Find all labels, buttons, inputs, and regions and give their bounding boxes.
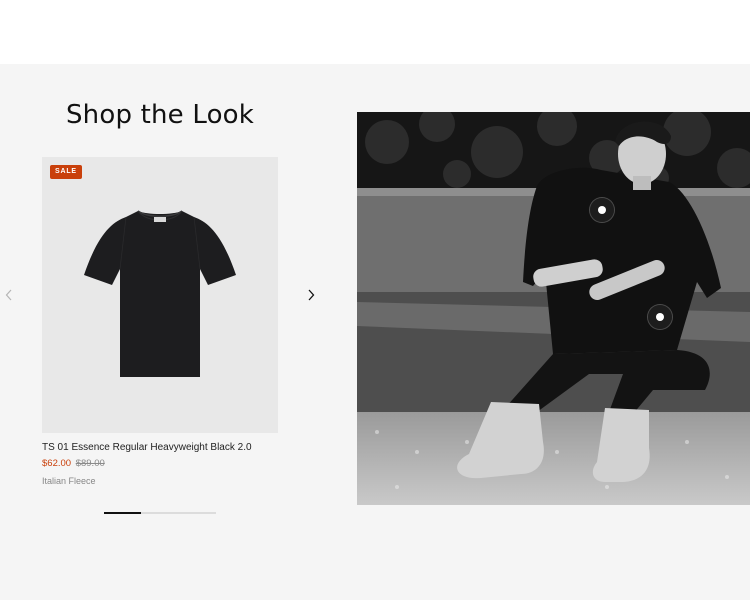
product-price: $62.00 $89.00	[42, 458, 105, 469]
original-price: $89.00	[75, 458, 105, 469]
chevron-right-icon	[308, 289, 315, 301]
section-title: Shop the Look	[65, 100, 255, 130]
product-vendor: Italian Fleece	[42, 476, 96, 486]
lookbook-image	[357, 112, 750, 505]
lookbook-hotspot-pants[interactable]	[648, 305, 672, 329]
product-image	[84, 210, 236, 377]
sale-price: $62.00	[42, 458, 72, 469]
carousel-progress-bar[interactable]	[104, 512, 216, 514]
carousel-progress-fill	[104, 512, 141, 514]
carousel-prev-button[interactable]	[2, 286, 16, 304]
model-photo	[357, 112, 750, 505]
product-card[interactable]: SALE	[42, 157, 278, 433]
chevron-left-icon	[5, 289, 12, 301]
product-name[interactable]: TS 01 Essence Regular Heavyweight Black …	[42, 442, 252, 453]
carousel-next-button[interactable]	[304, 286, 318, 304]
sale-badge: SALE	[50, 165, 82, 179]
lookbook-hotspot-shirt[interactable]	[590, 198, 614, 222]
